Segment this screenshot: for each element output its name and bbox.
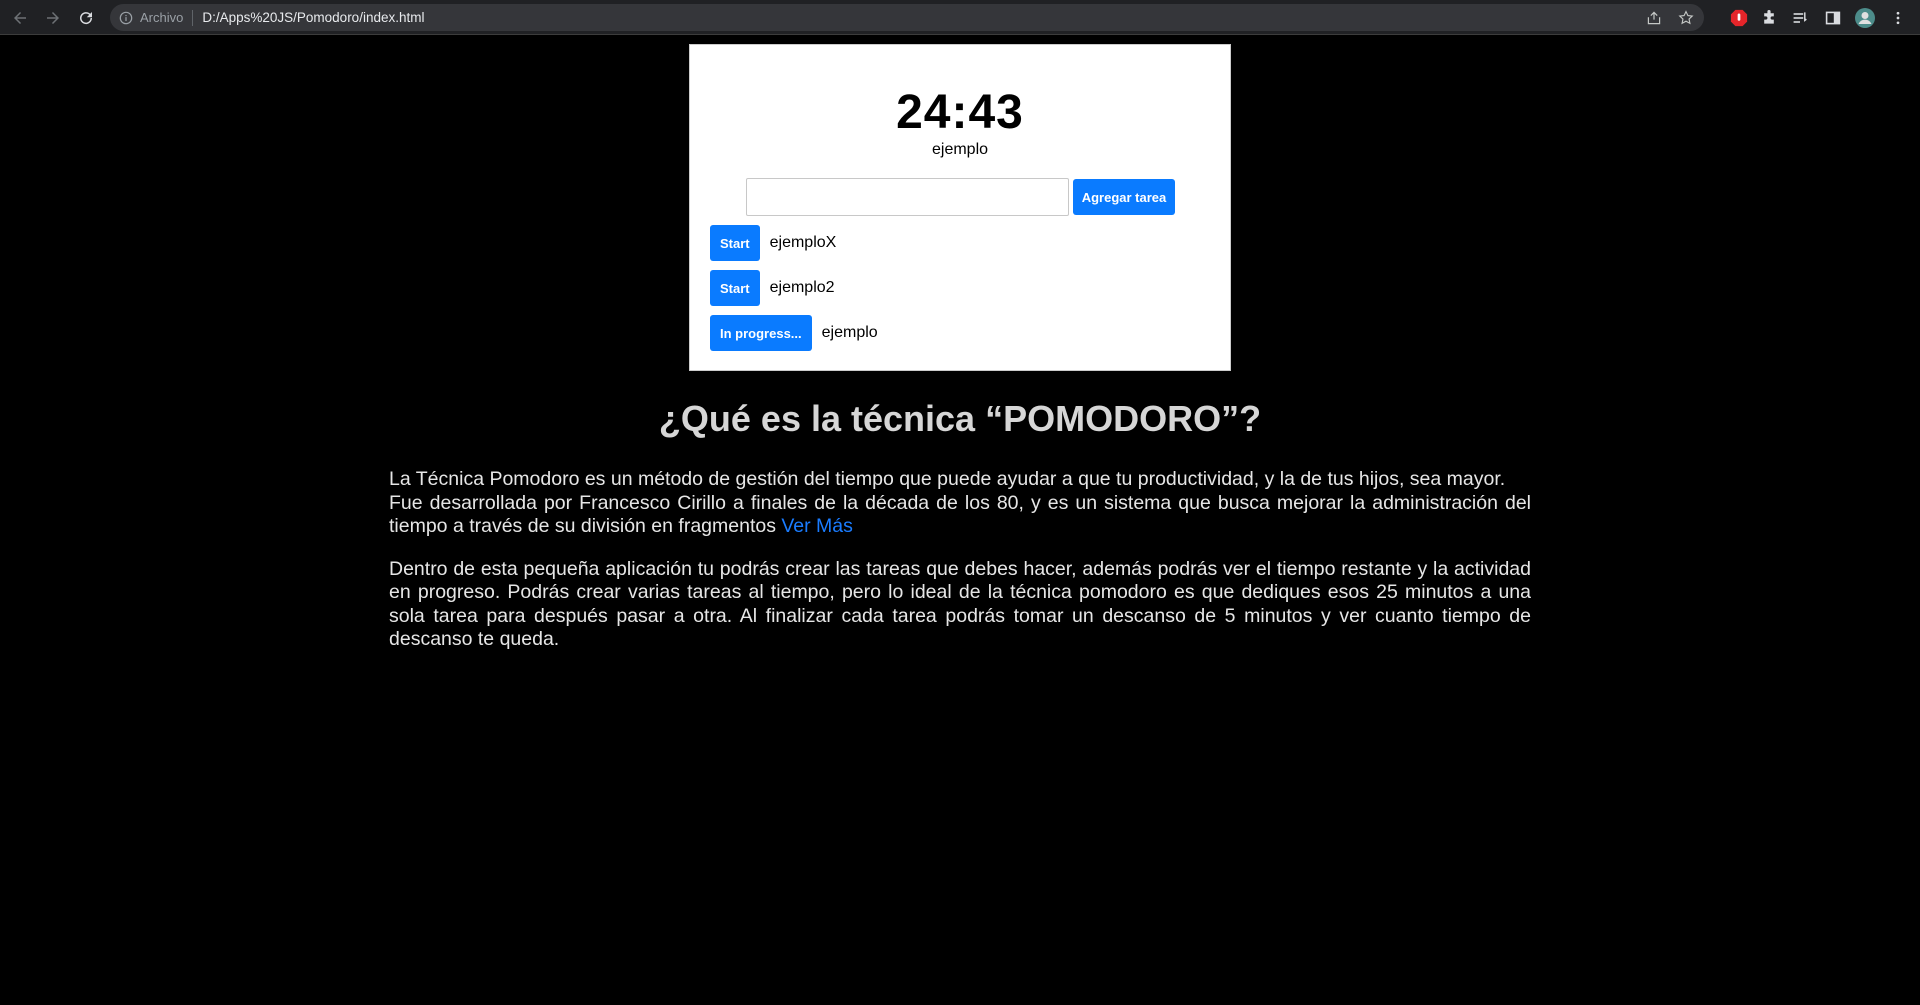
- profile-avatar[interactable]: [1853, 6, 1877, 30]
- task-name: ejemplo: [821, 324, 878, 341]
- intro-text: La Técnica Pomodoro es un método de gest…: [389, 468, 1506, 490]
- star-icon[interactable]: [1676, 8, 1696, 28]
- in-progress-button[interactable]: In progress...: [710, 315, 812, 351]
- address-bar[interactable]: Archivo D:/Apps%20JS/Pomodoro/index.html: [110, 4, 1704, 31]
- task-input[interactable]: [746, 178, 1069, 216]
- menu-icon[interactable]: [1886, 6, 1910, 30]
- task-name: ejemploX: [769, 234, 837, 251]
- side-panel-icon[interactable]: [1821, 6, 1845, 30]
- divider: [192, 9, 194, 26]
- paragraph-intro: La Técnica Pomodoro es un método de gest…: [389, 468, 1531, 539]
- add-task-button[interactable]: Agregar tarea: [1073, 179, 1175, 215]
- forward-icon[interactable]: [41, 6, 65, 30]
- info-icon[interactable]: [118, 10, 134, 26]
- article-body: La Técnica Pomodoro es un método de gest…: [389, 468, 1531, 652]
- task-name: ejemplo2: [769, 279, 835, 296]
- paragraph-app: Dentro de esta pequeña aplicación tu pod…: [389, 557, 1531, 651]
- ver-mas-link[interactable]: Ver Más: [781, 515, 853, 537]
- current-task-label: ejemplo: [931, 141, 989, 158]
- page-title: ¿Qué es la técnica “POMODORO”?: [658, 398, 1262, 439]
- browser-toolbar: Archivo D:/Apps%20JS/Pomodoro/index.html: [0, 0, 1920, 35]
- extensions-icon[interactable]: [1757, 6, 1781, 30]
- back-icon[interactable]: [8, 6, 32, 30]
- reading-list-icon[interactable]: [1788, 6, 1812, 30]
- task-item: Start ejemploX: [710, 225, 836, 261]
- task-item: Start ejemplo2: [710, 270, 835, 306]
- start-button[interactable]: Start: [710, 225, 760, 261]
- security-chip[interactable]: Archivo: [140, 10, 183, 25]
- reload-icon[interactable]: [74, 6, 98, 30]
- start-button[interactable]: Start: [710, 270, 760, 306]
- task-item: In progress... ejemplo: [710, 315, 878, 351]
- adblock-icon[interactable]: [1727, 6, 1751, 30]
- url-text[interactable]: D:/Apps%20JS/Pomodoro/index.html: [202, 10, 424, 25]
- share-icon[interactable]: [1644, 8, 1664, 28]
- timer-display: 24:43: [896, 86, 1024, 139]
- history-text: Fue desarrollada por Francesco Cirillo a…: [389, 491, 1531, 538]
- pomodoro-card: 24:43 ejemplo Agregar tarea Start ejempl…: [689, 44, 1231, 371]
